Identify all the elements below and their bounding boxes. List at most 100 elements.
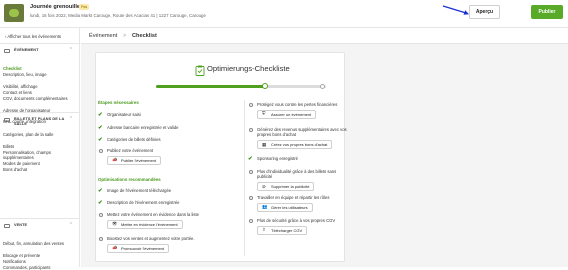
- breadcrumb: Événement > Checklist: [81, 28, 568, 44]
- sidebar-item[interactable]: Visibilité, affichage: [3, 84, 77, 89]
- sidebar-item[interactable]: Bons d'achat: [3, 167, 77, 172]
- sidebar-item[interactable]: Modes de paiement: [3, 161, 77, 166]
- back-to-events-link[interactable]: ‹ Afficher tous les événements: [5, 34, 61, 39]
- main-content: Événement > Checklist Optimierungs-Check…: [81, 28, 568, 267]
- checklist-item-label: Plus d'individualité grâce à des billets…: [257, 169, 337, 180]
- sidebar-item[interactable]: Début, fin, annulation des ventes: [3, 241, 77, 246]
- section-icon: [4, 224, 10, 228]
- checklist-action-button[interactable]: ▦ Créez vos propres bons d'achat: [257, 139, 333, 149]
- check-icon: ✔: [98, 187, 103, 194]
- sidebar-section: [0, 43, 80, 44]
- action-label: Gérer les utilisateurs: [271, 204, 308, 210]
- checklist-item-label: Générez des revenus supplémentaires avec…: [257, 127, 347, 138]
- open-circle-icon: [248, 195, 253, 200]
- checklist-action-button[interactable]: ⊘ Supprimer la publicité: [257, 181, 315, 191]
- section-icon: [4, 49, 10, 53]
- action-label: Publier l'événement: [121, 157, 157, 163]
- sidebar-item[interactable]: Commandes, participants: [3, 265, 77, 270]
- breadcrumb-parent[interactable]: Événement: [89, 33, 117, 39]
- sidebar-section-title[interactable]: BILLETS ET PLANS DE LA SALLE: [14, 117, 70, 126]
- checklist-item-label: Travailler en équipe et répartir les rôl…: [257, 195, 330, 200]
- open-circle-icon: [98, 212, 103, 217]
- open-circle-icon: [248, 102, 253, 107]
- open-circle-icon: [248, 127, 253, 132]
- checklist-action-button[interactable]: 📣 Promouvoir l'événement: [107, 243, 170, 253]
- event-thumbnail: [4, 4, 24, 22]
- sidebar-item[interactable]: Catégories, plan de la salle: [3, 132, 77, 137]
- checklist-action-button[interactable]: 👥 Gérer les utilisateurs: [257, 202, 313, 212]
- sidebar-section-title[interactable]: VENTE: [14, 223, 70, 228]
- check-icon: ✔: [98, 199, 103, 206]
- recommended-heading: Optimisations recommandées: [98, 177, 161, 182]
- megaphone-icon: 📣: [112, 245, 118, 251]
- checklist-item-label: Description de l'événement enregistrée: [107, 200, 180, 205]
- action-label: Créez vos propres bons d'achat: [271, 141, 328, 147]
- sidebar-section: [0, 112, 80, 113]
- chevron-up-icon[interactable]: ⌃: [69, 116, 73, 122]
- open-circle-icon: [98, 236, 103, 241]
- section-icon: [4, 118, 10, 122]
- checklist-title: Optimierungs-Checkliste: [207, 64, 290, 73]
- checklist-item-label: Image de l'événement téléchargée: [107, 188, 172, 193]
- progress-end-marker: [320, 83, 325, 89]
- checklist-item-label: Catégories de billets définies: [107, 137, 161, 142]
- preview-button[interactable]: Aperçu: [469, 5, 500, 19]
- progress-knob[interactable]: [261, 83, 268, 89]
- upload-icon: ⇪: [262, 227, 266, 233]
- megaphone-icon: 📣: [112, 157, 118, 163]
- sidebar-item[interactable]: Description, lieu, image: [3, 72, 77, 77]
- checklist-item-label: Publiez votre événement: [107, 148, 154, 153]
- checklist-action-button[interactable]: ⛨ Assurer un événement: [257, 109, 317, 119]
- event-subtitle: lundi, 16 fois 2022, Media Markt Carouge…: [30, 13, 206, 18]
- progress-bar: [156, 83, 326, 90]
- checklist-item-label: Mettez votre événement en évidence dans …: [107, 212, 199, 217]
- back-label: Afficher tous les événements: [7, 34, 62, 39]
- voucher-icon: ▦: [262, 141, 267, 147]
- action-label: Promouvoir l'événement: [121, 245, 165, 251]
- status-badge: Pas: [79, 4, 90, 10]
- shield-icon: ⛨: [262, 111, 266, 117]
- action-label: Mettre en évidence l'événement: [121, 221, 178, 227]
- action-label: Assurer un événement: [271, 111, 312, 117]
- sidebar-item[interactable]: Checklist: [3, 66, 77, 71]
- checklist-action-button[interactable]: 📣 Publier l'événement: [107, 155, 162, 165]
- breadcrumb-current: Checklist: [132, 33, 157, 39]
- check-icon: ✔: [98, 124, 103, 131]
- checklist-item-label: Boostez vos ventes et augmentez votre po…: [107, 236, 195, 241]
- breadcrumb-separator: >: [123, 33, 127, 39]
- users-icon: 👥: [262, 204, 268, 210]
- sidebar: ‹ Afficher tous les événements ÉVÉNEMENT…: [0, 28, 80, 270]
- checklist-action-button[interactable]: 👁 Mettre en évidence l'événement: [107, 219, 183, 229]
- open-circle-icon: [248, 169, 253, 174]
- chevron-up-icon[interactable]: ⌃: [69, 222, 73, 228]
- chevron-up-icon[interactable]: ⌃: [69, 47, 73, 53]
- sidebar-section: [0, 218, 80, 219]
- sidebar-item[interactable]: Notifications: [3, 259, 77, 264]
- checklist-item-label: Plus de sécurité grâce à vos propres CGV: [257, 218, 336, 223]
- publish-button[interactable]: Publier: [531, 5, 563, 19]
- required-heading: Étapes nécessaires: [98, 100, 139, 105]
- checklist-action-button[interactable]: ⇪ Télécharger CGV: [257, 225, 308, 235]
- checklist-item-label: Adresse bancaire enregistrée et valide: [107, 125, 179, 130]
- annotation-arrow-icon: [442, 5, 469, 15]
- checklist-item-label: Protégez vous contre les pertes financiè…: [257, 102, 338, 107]
- sidebar-item[interactable]: Personnalisation, champs supplémentaires: [3, 150, 77, 161]
- sidebar-item[interactable]: Contact et liens: [3, 90, 77, 95]
- sidebar-item[interactable]: CGV, documents complémentaires: [3, 96, 77, 101]
- sidebar-item[interactable]: Billets: [3, 144, 77, 149]
- ban-icon: ⊘: [262, 183, 266, 189]
- clipboard-icon: [195, 63, 205, 76]
- checklist-item-label: Organisateur saisi: [107, 112, 141, 117]
- action-label: Télécharger CGV: [271, 227, 303, 233]
- checklist-item-label: Sponsoring enregistré: [257, 156, 298, 161]
- event-title: Journée grenouille: [30, 4, 81, 10]
- sidebar-section-title[interactable]: ÉVÉNEMENT: [14, 48, 70, 53]
- check-icon: ✔: [98, 136, 103, 143]
- eye-icon: 👁: [112, 221, 118, 227]
- action-label: Supprimer la publicité: [271, 183, 310, 189]
- check-icon: ✔: [98, 111, 103, 118]
- sidebar-item[interactable]: Blocage et prévente: [3, 253, 77, 258]
- top-bar: Journée grenouille Pas lundi, 16 fois 20…: [0, 0, 568, 28]
- column-divider: [244, 100, 245, 256]
- progress-fill: [156, 84, 265, 88]
